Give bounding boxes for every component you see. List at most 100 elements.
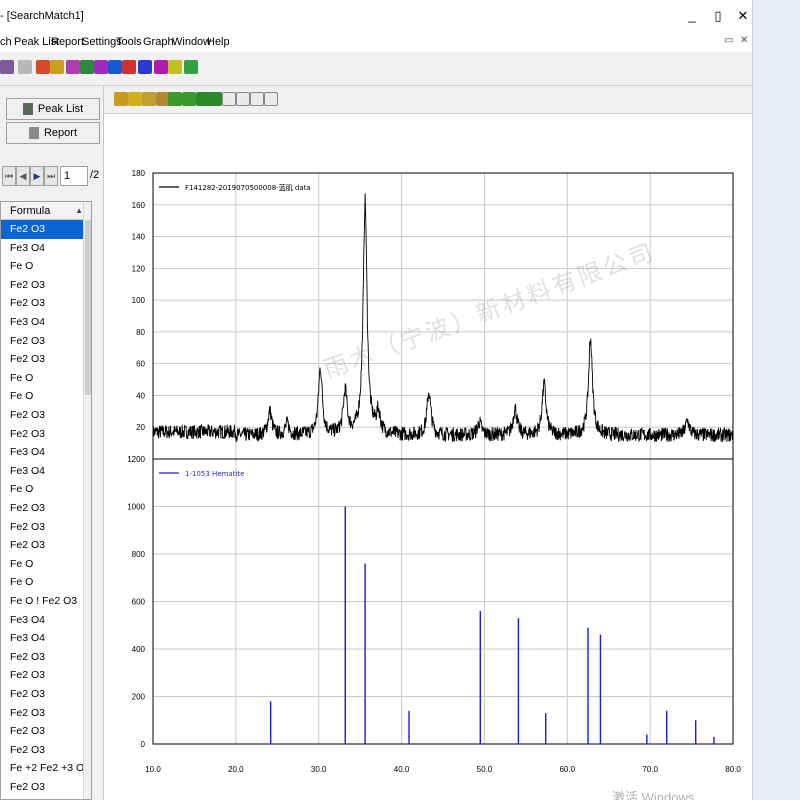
label-icon[interactable] — [222, 92, 236, 106]
list-item[interactable]: Fe O — [1, 555, 83, 574]
xrd-chart: 20 40 60 80 100 120 140 160 180 F141282-201907050… — [127, 169, 741, 774]
bar-chart-icon[interactable] — [168, 60, 182, 74]
help-icon[interactable] — [0, 60, 14, 74]
list-item[interactable]: Fe2 O3 — [1, 704, 83, 723]
y-tick-label: 400 — [132, 645, 146, 654]
marker-icon[interactable] — [264, 92, 278, 106]
y-tick-label: 140 — [132, 233, 146, 242]
open-icon[interactable] — [36, 60, 50, 74]
pan-left-icon[interactable] — [168, 92, 182, 106]
list-item[interactable]: Fe +2 Fe2 +3 O4 — [1, 759, 83, 778]
chart-icon[interactable] — [154, 60, 168, 74]
y-tick-label: 200 — [132, 693, 146, 702]
left-panel: Peak List Report ⏮ ◀ ▶ ⏭ 1 /2 Formula ▲ … — [0, 86, 104, 800]
menu-tools[interactable]: Tools — [116, 36, 142, 48]
list-item[interactable]: Fe3 O4 — [1, 443, 83, 462]
menu-graph[interactable]: Graph — [143, 36, 174, 48]
list-item[interactable]: Fe2 O3 — [1, 685, 83, 704]
zoom-out-icon[interactable] — [142, 92, 156, 106]
match-icon[interactable] — [80, 60, 94, 74]
tab-peak-list[interactable]: Peak List — [6, 98, 100, 120]
pan-right-icon[interactable] — [182, 92, 196, 106]
home-icon[interactable] — [128, 92, 142, 106]
last-page-icon[interactable]: ⏭ — [44, 166, 58, 186]
list-item[interactable]: Fe2 O3 — [1, 220, 83, 239]
print-icon[interactable] — [114, 92, 128, 106]
window-title: - [SearchMatch1] — [0, 10, 84, 22]
list-item[interactable]: Fe2 O3 — [1, 518, 83, 537]
arrow-right-icon[interactable] — [208, 92, 222, 106]
list-item[interactable]: Fe O — [1, 369, 83, 388]
list-item[interactable]: Fe2 O3 — [1, 332, 83, 351]
menu-report[interactable]: Report — [51, 36, 84, 48]
list-item[interactable]: Fe2 O3 — [1, 778, 83, 797]
list-item[interactable]: Fe2 O3 — [1, 276, 83, 295]
tab-report-label: Report — [43, 127, 78, 139]
list-scrollbar[interactable] — [83, 202, 91, 799]
list-item[interactable]: Fe2 O3 — [1, 666, 83, 685]
list-item[interactable]: Fe2 O3 — [1, 406, 83, 425]
menu-help[interactable]: Help — [207, 36, 230, 48]
x-tick-label: 50.0 — [477, 765, 493, 774]
list-item[interactable]: Fe O — [1, 257, 83, 276]
export-icon[interactable] — [184, 60, 198, 74]
save-icon[interactable] — [50, 60, 64, 74]
list-item[interactable]: Fe O — [1, 480, 83, 499]
restore-button[interactable]: ▯ — [709, 8, 727, 24]
globe-icon[interactable] — [108, 60, 122, 74]
next-page-icon[interactable]: ▶ — [30, 166, 44, 186]
legend-label: 1-1053 Hematite — [185, 470, 244, 478]
column-header-label: Formula — [10, 205, 51, 217]
search-icon[interactable] — [66, 60, 80, 74]
list-item[interactable]: Fe2 O3 — [1, 536, 83, 555]
filter-icon[interactable] — [94, 60, 108, 74]
x-tick-label: 60.0 — [559, 765, 575, 774]
list-item[interactable]: Fe O — [1, 387, 83, 406]
scrollbar-thumb[interactable] — [85, 220, 91, 395]
list-item[interactable]: Fe3 O4 — [1, 313, 83, 332]
y-tick-label: 600 — [132, 598, 146, 607]
list-item[interactable]: Fe3 O4 — [1, 611, 83, 630]
cursor-icon[interactable] — [250, 92, 264, 106]
close-button[interactable]: ✕ — [734, 8, 752, 24]
prev-page-icon[interactable]: ◀ — [16, 166, 30, 186]
list-item[interactable]: Fe2 O3 — [1, 648, 83, 667]
menu-window[interactable]: Window — [172, 36, 211, 48]
peak-list-icon — [22, 103, 33, 115]
x-tick-label: 80.0 — [725, 765, 741, 774]
list-item[interactable]: Fe2 O3 — [1, 722, 83, 741]
list-item[interactable]: Fe2 O3 — [1, 425, 83, 444]
y-tick-label: 180 — [132, 169, 146, 178]
list-item[interactable]: Fe2 O3 — [1, 741, 83, 760]
mdi-close-button[interactable]: ✕ — [740, 35, 748, 46]
y-tick-label: 800 — [132, 550, 146, 559]
minimize-button[interactable]: _ — [683, 8, 701, 23]
y-tick-label: 1000 — [127, 503, 145, 512]
menu-bar: ch Peak List Report Settings Tools Graph… — [0, 32, 752, 52]
list-item[interactable]: Fe3 O4 — [1, 462, 83, 481]
page-number-input[interactable]: 1 — [60, 166, 88, 186]
list-item[interactable]: Fe3 O4 — [1, 629, 83, 648]
clear-icon[interactable] — [122, 60, 136, 74]
y-tick-label: 0 — [141, 740, 146, 749]
sort-up-icon: ▲ — [75, 206, 83, 215]
list-item[interactable]: Fe O ! Fe2 O3 — [1, 592, 83, 611]
list-item[interactable]: Fe2 O3 — [1, 294, 83, 313]
list-item[interactable]: Fe3 O4 — [1, 239, 83, 258]
page-navigator: ⏮ ◀ ▶ ⏭ 1 /2 — [0, 166, 104, 190]
activate-windows-text: 激活 Windows — [612, 790, 695, 800]
formula-list: Formula ▲ Fe2 O3 Fe3 O4 Fe O Fe2 O3 Fe2 O3 Fe… — [0, 201, 92, 800]
tab-peak-list-label: Peak List — [37, 103, 84, 115]
tab-report[interactable]: Report — [6, 122, 100, 144]
list-item[interactable]: Fe O — [1, 573, 83, 592]
column-header-formula[interactable]: Formula ▲ — [1, 202, 83, 220]
report-icon — [28, 127, 39, 139]
list-item[interactable]: Fe2 O3 — [1, 499, 83, 518]
list-item[interactable]: Fe2 O3 — [1, 350, 83, 369]
menu-search[interactable]: ch — [0, 36, 12, 48]
grid-icon[interactable] — [236, 92, 250, 106]
stop-icon[interactable] — [18, 60, 32, 74]
mdi-restore-button[interactable]: ▭ — [724, 35, 733, 46]
first-page-icon[interactable]: ⏮ — [2, 166, 16, 186]
pattern-icon[interactable] — [138, 60, 152, 74]
